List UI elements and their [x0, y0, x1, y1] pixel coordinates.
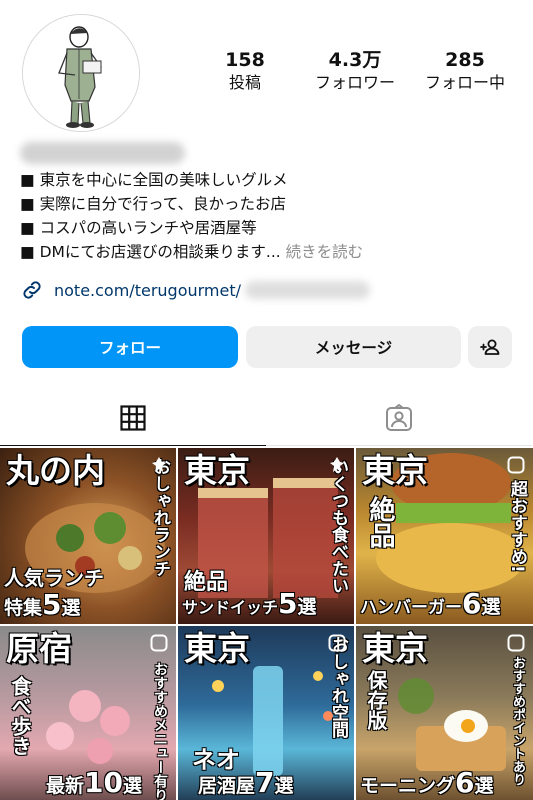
message-button[interactable]: メッセージ — [246, 326, 461, 368]
post-subtitle: 絶品 — [365, 496, 395, 548]
profile-link-redacted — [245, 281, 371, 299]
post-suffix: 選 — [297, 596, 317, 618]
post-tile[interactable]: 東京 保存版 おすすめポイントあり モーニング6選 — [356, 626, 533, 800]
post-bottom-caption: 最新10選 — [46, 769, 142, 798]
post-title: 東京 — [362, 451, 428, 490]
post-title: 東京 — [184, 629, 250, 668]
link-icon — [23, 281, 41, 299]
post-tile[interactable]: 原宿 食べ歩き おすすめメニュー有り 最新10選 — [0, 626, 176, 800]
post-title: 東京 — [184, 451, 250, 490]
bio-line: ■ 東京を中心に全国の美味しいグルメ — [20, 171, 288, 189]
add-person-icon — [480, 339, 500, 355]
post-bottom-caption: ハンバーガー6選 — [360, 590, 501, 620]
bio-line-text: ■ DMにてお店選びの相談乗ります... — [20, 243, 281, 261]
post-count: 5 — [42, 588, 62, 621]
stat-followers-count: 4.3万 — [328, 49, 382, 71]
post-title: 原宿 — [6, 629, 72, 668]
post-title: 東京 — [362, 629, 428, 668]
post-suffix: 選 — [122, 775, 142, 797]
post-caption-text: 居酒屋 — [198, 775, 256, 797]
post-side-caption: おしゃれランチ — [150, 458, 170, 577]
post-title: 丸の内 — [6, 451, 105, 490]
stat-following[interactable]: 285 フォロー中 — [410, 48, 520, 94]
post-subtitle: 保存版 — [364, 670, 388, 730]
tagged-person-icon — [386, 403, 412, 431]
post-caption-text: ハンバーガー — [360, 598, 462, 618]
post-suffix: 選 — [61, 597, 81, 619]
stat-posts-label: 投稿 — [228, 73, 261, 92]
pin-icon — [330, 457, 344, 472]
post-side-caption: おすすめポイントあり — [510, 656, 525, 786]
post-tile[interactable]: 東京 おしゃれ空間 ネオ 居酒屋7選 — [178, 626, 354, 800]
post-bottom-caption: モーニング6選 — [360, 769, 494, 798]
profile-bio: ■ 東京を中心に全国の美味しいグルメ ■ 実際に自分で行って、良かったお店 ■ … — [20, 168, 520, 264]
post-subtitle: ネオ — [192, 746, 240, 774]
post-count: 6 — [455, 766, 475, 799]
profile-link-text[interactable]: note.com/terugourmet/ — [54, 281, 241, 300]
profile-link[interactable]: note.com/terugourmet/ — [20, 278, 371, 302]
stat-following-count: 285 — [445, 49, 485, 71]
post-bottom-caption: 特集5選 — [4, 591, 81, 620]
posts-grid: 丸の内 おしゃれランチ 人気ランチ 特集5選 東京 いくつも食べたい 絶品 サン… — [0, 448, 533, 800]
read-more-link[interactable]: 続きを読む — [286, 243, 364, 261]
post-count: 10 — [84, 766, 123, 799]
profile-stats: 158 投稿 4.3万 フォロワー 285 フォロー中 — [190, 48, 520, 94]
post-suffix: 選 — [274, 775, 294, 797]
post-side-caption: いくつも食べたい — [328, 458, 348, 594]
post-count: 6 — [462, 587, 482, 620]
post-side-caption: 超おすすめ! — [507, 480, 527, 573]
post-caption-text: 最新 — [46, 775, 85, 797]
profile-name-redacted — [20, 142, 185, 164]
stat-posts-count: 158 — [225, 49, 265, 71]
post-side-caption: おすすめメニュー有り — [152, 662, 168, 800]
post-caption-text: 特集 — [4, 597, 43, 619]
follow-button[interactable]: フォロー — [22, 326, 238, 368]
stat-following-label: フォロー中 — [424, 73, 505, 92]
post-caption-text: モーニング — [360, 775, 456, 797]
stat-followers-label: フォロワー — [314, 73, 395, 92]
post-tile[interactable]: 東京 いくつも食べたい 絶品 サンドイッチ5選 — [178, 448, 354, 624]
tab-posts-grid[interactable] — [0, 390, 266, 446]
profile-avatar[interactable] — [22, 14, 140, 132]
post-caption-text: サンドイッチ — [182, 598, 279, 617]
pin-icon — [152, 457, 166, 472]
reel-icon — [150, 634, 168, 652]
grid-icon — [120, 404, 146, 431]
post-tile[interactable]: 東京 絶品 超おすすめ! ハンバーガー6選 — [356, 448, 533, 624]
stat-posts[interactable]: 158 投稿 — [190, 48, 300, 94]
bio-line: ■ コスパの高いランチや居酒屋等 — [20, 219, 257, 237]
bio-line-last: ■ DMにてお店選びの相談乗ります... 続きを読む — [20, 240, 520, 264]
stat-followers[interactable]: 4.3万 フォロワー — [300, 48, 410, 94]
post-bottom-caption: 居酒屋7選 — [198, 769, 294, 798]
post-tile[interactable]: 丸の内 おしゃれランチ 人気ランチ 特集5選 — [0, 448, 176, 624]
post-count: 7 — [255, 766, 275, 799]
reel-icon — [507, 634, 525, 652]
post-suffix: 選 — [474, 775, 494, 797]
post-subtitle: 食べ歩き — [8, 676, 32, 756]
post-bottom-caption: サンドイッチ5選 — [182, 590, 317, 620]
reel-icon — [328, 634, 346, 652]
bio-line: ■ 実際に自分で行って、良かったお店 — [20, 195, 287, 213]
post-subtitle: 人気ランチ — [4, 566, 104, 590]
reel-icon — [507, 456, 525, 474]
avatar-illustration — [23, 15, 139, 131]
post-count: 5 — [278, 587, 298, 620]
suggested-accounts-button[interactable] — [468, 326, 512, 368]
post-suffix: 選 — [481, 596, 501, 618]
tab-tagged[interactable] — [266, 390, 532, 446]
